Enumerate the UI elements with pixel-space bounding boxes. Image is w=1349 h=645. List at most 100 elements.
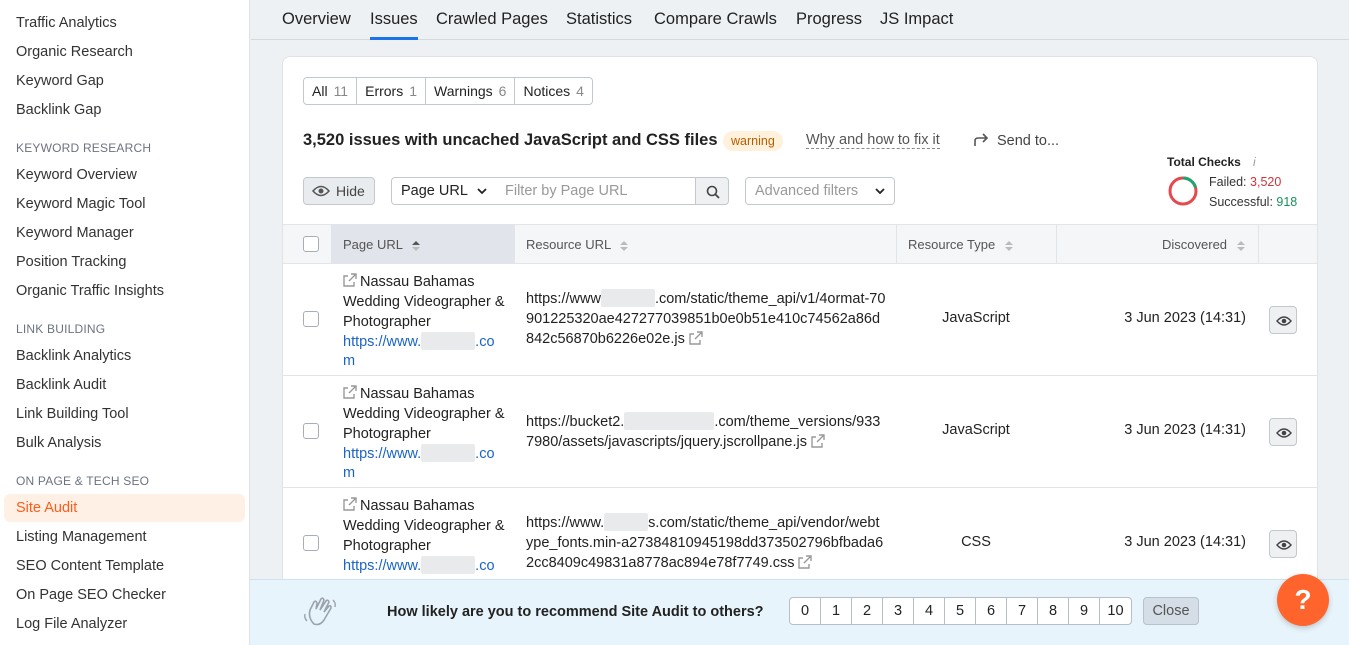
discovered-date: 3 Jun 2023 (14:31) <box>1124 422 1246 438</box>
score-8[interactable]: 8 <box>1038 598 1069 624</box>
tab-bar: Overview Issues Crawled Pages Statistics… <box>251 0 1349 40</box>
sort-icon <box>620 240 629 251</box>
redacted-block <box>421 332 476 350</box>
score-0[interactable]: 0 <box>790 598 821 624</box>
column-resource-type[interactable]: Resource Type <box>908 225 1014 264</box>
sidebar-item-link-building-tool[interactable]: Link Building Tool <box>4 400 245 428</box>
search-icon <box>706 185 720 199</box>
page-url-start: https://www. <box>343 334 422 350</box>
filter-notices-label: Notices <box>523 83 571 99</box>
filter-notices[interactable]: Notices 4 <box>515 78 591 104</box>
sidebar-item-organic-research[interactable]: Organic Research <box>4 38 245 66</box>
external-link-icon[interactable] <box>343 497 357 511</box>
help-button[interactable]: ? <box>1277 574 1329 626</box>
score-9[interactable]: 9 <box>1069 598 1100 624</box>
row-checkbox[interactable] <box>303 423 319 439</box>
filter-column-select[interactable]: Page URL <box>391 177 497 205</box>
external-link-icon[interactable] <box>343 385 357 399</box>
survey-question: How likely are you to recommend Site Aud… <box>387 604 764 620</box>
score-4[interactable]: 4 <box>914 598 945 624</box>
column-page-url[interactable]: Page URL <box>331 225 515 264</box>
sidebar-item-position-tracking[interactable]: Position Tracking <box>4 248 245 276</box>
view-button[interactable] <box>1269 530 1297 558</box>
score-3[interactable]: 3 <box>883 598 914 624</box>
redacted-block <box>604 513 649 531</box>
advanced-filters-dropdown[interactable]: Advanced filters <box>745 177 895 205</box>
sidebar-item-backlink-audit[interactable]: Backlink Audit <box>4 371 245 399</box>
row-checkbox[interactable] <box>303 535 319 551</box>
filter-errors[interactable]: Errors 1 <box>357 78 427 104</box>
search-button[interactable] <box>695 177 729 205</box>
page-url-link[interactable]: https://www. .co m <box>343 444 508 483</box>
tab-compare-crawls[interactable]: Compare Crawls <box>654 0 777 40</box>
sidebar-item-site-audit[interactable]: Site Audit <box>4 494 245 522</box>
sidebar-item-organic-traffic-insights[interactable]: Organic Traffic Insights <box>4 277 245 305</box>
external-link-icon[interactable] <box>343 273 357 287</box>
filter-notices-count: 4 <box>576 83 584 99</box>
failed-checks: Failed: 3,520 <box>1209 175 1281 189</box>
sidebar-item-listing-management[interactable]: Listing Management <box>4 523 245 551</box>
successful-arc <box>1182 176 1197 189</box>
select-all-checkbox[interactable] <box>303 236 319 252</box>
view-button[interactable] <box>1269 306 1297 334</box>
column-resource-type-label: Resource Type <box>908 237 996 252</box>
failed-label: Failed: <box>1209 175 1247 189</box>
row-checkbox[interactable] <box>303 311 319 327</box>
share-arrow-icon <box>974 133 989 146</box>
discovered-date: 3 Jun 2023 (14:31) <box>1124 310 1246 326</box>
sidebar-heading-link-building: LINK BUILDING <box>16 322 106 336</box>
tab-progress[interactable]: Progress <box>796 0 862 40</box>
filter-all[interactable]: All 11 <box>304 78 358 104</box>
resource-url: https://www. s.com/static/theme_api/vendo… <box>526 513 886 573</box>
sidebar-item-bulk-analysis[interactable]: Bulk Analysis <box>4 429 245 457</box>
tab-overview[interactable]: Overview <box>282 0 351 40</box>
score-7[interactable]: 7 <box>1007 598 1038 624</box>
score-6[interactable]: 6 <box>976 598 1007 624</box>
sidebar-item-keyword-overview[interactable]: Keyword Overview <box>4 161 245 189</box>
resource-url-start: https://bucket2. <box>526 414 625 430</box>
column-resource-url[interactable]: Resource URL <box>526 225 629 264</box>
resource-type: JavaScript <box>942 422 1010 438</box>
sidebar-item-backlink-analytics[interactable]: Backlink Analytics <box>4 342 245 370</box>
view-button[interactable] <box>1269 418 1297 446</box>
tab-js-impact[interactable]: JS Impact <box>880 0 953 40</box>
sidebar-item-on-page-seo-checker[interactable]: On Page SEO Checker <box>4 581 245 609</box>
send-to-label: Send to... <box>997 133 1060 149</box>
external-link-icon[interactable] <box>689 331 703 345</box>
sidebar-item-log-file-analyzer[interactable]: Log File Analyzer <box>4 610 245 638</box>
advanced-filters-label: Advanced filters <box>755 183 859 199</box>
sidebar-item-keyword-magic-tool[interactable]: Keyword Magic Tool <box>4 190 245 218</box>
info-icon[interactable]: i <box>1253 155 1256 169</box>
successful-value: 918 <box>1276 195 1298 209</box>
external-link-icon[interactable] <box>798 555 813 569</box>
sidebar-item-keyword-manager[interactable]: Keyword Manager <box>4 219 245 247</box>
why-and-how-link[interactable]: Why and how to fix it <box>806 132 940 149</box>
score-1[interactable]: 1 <box>821 598 852 624</box>
send-to-button[interactable]: Send to... <box>973 132 1059 149</box>
sort-icon <box>1004 240 1013 251</box>
score-2[interactable]: 2 <box>852 598 883 624</box>
score-10[interactable]: 10 <box>1100 598 1131 624</box>
sidebar-item-traffic-analytics[interactable]: Traffic Analytics <box>4 9 245 37</box>
filter-warnings[interactable]: Warnings 6 <box>426 78 516 104</box>
tab-crawled-pages[interactable]: Crawled Pages <box>436 0 548 40</box>
score-5[interactable]: 5 <box>945 598 976 624</box>
eye-icon <box>1276 540 1292 550</box>
filter-input[interactable] <box>496 177 696 205</box>
sidebar-item-seo-content-template[interactable]: SEO Content Template <box>4 552 245 580</box>
waving-hand-icon <box>304 597 336 626</box>
redacted-block <box>600 289 655 307</box>
column-discovered[interactable]: Discovered <box>1162 225 1246 264</box>
page-url-tld: .co <box>475 446 495 462</box>
external-link-icon[interactable] <box>811 434 825 448</box>
successful-label: Successful: <box>1209 195 1273 209</box>
tab-issues[interactable]: Issues <box>370 0 418 40</box>
discovered-date: 3 Jun 2023 (14:31) <box>1124 534 1246 550</box>
sidebar-item-keyword-gap[interactable]: Keyword Gap <box>4 67 245 95</box>
hide-button[interactable]: Hide <box>303 177 375 205</box>
sidebar-item-backlink-gap[interactable]: Backlink Gap <box>4 96 245 124</box>
page-url-link[interactable]: https://www. .co m <box>343 332 508 371</box>
close-survey-button[interactable]: Close <box>1143 597 1199 625</box>
tab-statistics[interactable]: Statistics <box>566 0 632 40</box>
sort-icon <box>1236 240 1245 251</box>
